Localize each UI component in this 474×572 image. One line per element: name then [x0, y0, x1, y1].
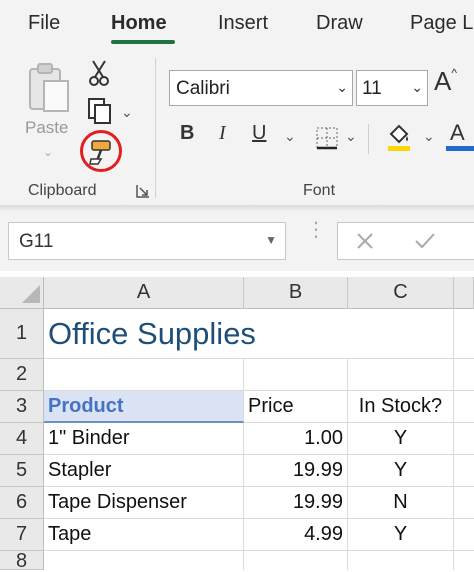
clipboard-group-label: Clipboard — [28, 182, 97, 199]
table-cell-in-stock[interactable]: Y — [348, 423, 454, 455]
table-cell-product[interactable]: Tape Dispenser — [44, 487, 244, 519]
font-color-swatch — [446, 146, 474, 151]
select-all-triangle-icon — [22, 285, 40, 303]
fill-color-icon — [388, 124, 410, 151]
cell-d1[interactable] — [454, 309, 474, 359]
column-header-d[interactable] — [454, 277, 474, 309]
formula-bar-input[interactable] — [337, 222, 474, 260]
format-painter-button[interactable] — [80, 130, 122, 172]
borders-dropdown-chevron[interactable]: ⌄ — [345, 128, 357, 145]
copy-button[interactable] — [84, 96, 116, 126]
name-box-value: G11 — [19, 231, 54, 252]
fill-color-dropdown-chevron[interactable]: ⌄ — [423, 128, 435, 145]
ribbon-tab-bar: File Home Insert Draw Page La — [0, 0, 474, 48]
chevron-down-icon: ⌄ — [411, 79, 423, 95]
font-name-combobox[interactable]: Calibri ⌄ — [169, 70, 353, 106]
cell-a8[interactable] — [44, 551, 244, 570]
font-size-value: 11 — [362, 78, 382, 99]
cell-d8[interactable] — [454, 551, 474, 570]
copy-icon — [88, 98, 111, 124]
font-size-combobox[interactable]: 11 ⌄ — [356, 70, 428, 106]
underline-dropdown-chevron[interactable]: ⌄ — [284, 128, 296, 145]
cell-c2[interactable] — [348, 359, 454, 391]
cell-b2[interactable] — [244, 359, 348, 391]
cell-c8[interactable] — [348, 551, 454, 570]
fill-color-button[interactable] — [384, 120, 414, 154]
font-name-value: Calibri — [176, 78, 230, 99]
cell-d2[interactable] — [454, 359, 474, 391]
font-color-icon: A — [450, 120, 465, 145]
column-header-b[interactable]: B — [244, 277, 348, 309]
format-painter-icon — [89, 140, 111, 165]
table-cell-in-stock[interactable]: Y — [348, 519, 454, 551]
row-header-1[interactable]: 1 — [0, 309, 44, 359]
table-cell-product[interactable]: Stapler — [44, 455, 244, 487]
table-cell-price[interactable]: 1.00 — [244, 423, 348, 455]
paste-button[interactable] — [24, 60, 74, 116]
chevron-down-icon: ▼ — [265, 233, 277, 247]
toolbar-separator — [368, 124, 369, 154]
table-cell-price[interactable]: 19.99 — [244, 487, 348, 519]
copy-dropdown-chevron[interactable]: ⌄ — [121, 104, 133, 121]
grow-font-icon: A — [434, 66, 452, 96]
clipboard-dialog-launcher[interactable] — [134, 182, 152, 200]
tab-draw[interactable]: Draw — [316, 12, 363, 35]
cell-d4[interactable] — [454, 423, 474, 455]
cell-d7[interactable] — [454, 519, 474, 551]
table-header-product[interactable]: Product — [44, 391, 244, 423]
border-icon — [316, 127, 338, 150]
cell-d6[interactable] — [454, 487, 474, 519]
bold-button[interactable]: B — [180, 122, 194, 145]
row-header-6[interactable]: 6 — [0, 487, 44, 519]
row-header-7[interactable]: 7 — [0, 519, 44, 551]
paste-label: Paste — [25, 118, 69, 137]
cell-d3[interactable] — [454, 391, 474, 423]
tab-file[interactable]: File — [28, 12, 60, 35]
formula-bar-splitter[interactable]: ⋮ — [306, 220, 326, 240]
group-separator — [155, 58, 156, 198]
cell-a2[interactable] — [44, 359, 244, 391]
tab-home[interactable]: Home — [111, 12, 167, 35]
cell-d5[interactable] — [454, 455, 474, 487]
row-header-5[interactable]: 5 — [0, 455, 44, 487]
cell-a1-title[interactable]: Office Supplies — [44, 309, 348, 359]
italic-button[interactable]: I — [219, 122, 226, 145]
clipboard-paste-icon — [29, 63, 69, 112]
cut-button[interactable] — [86, 58, 112, 88]
tab-insert[interactable]: Insert — [218, 12, 268, 35]
table-cell-product[interactable]: 1" Binder — [44, 423, 244, 455]
enter-icon — [415, 233, 435, 249]
underline-button[interactable]: U — [252, 122, 266, 145]
name-box[interactable]: G11 ▼ — [8, 222, 286, 260]
row-header-4[interactable]: 4 — [0, 423, 44, 455]
table-header-price[interactable]: Price — [244, 391, 348, 423]
chevron-down-icon: ⌄ — [336, 79, 348, 95]
column-header-c[interactable]: C — [348, 277, 454, 309]
borders-button[interactable] — [313, 124, 341, 152]
font-group-label: Font — [303, 182, 336, 199]
table-cell-price[interactable]: 4.99 — [244, 519, 348, 551]
table-cell-product[interactable]: Tape — [44, 519, 244, 551]
active-tab-indicator — [111, 40, 175, 44]
table-cell-in-stock[interactable]: N — [348, 487, 454, 519]
paste-dropdown-chevron[interactable]: ⌄ — [43, 145, 53, 159]
cancel-icon — [357, 233, 373, 249]
column-header-a[interactable]: A — [44, 277, 244, 309]
dialog-launcher-icon — [136, 185, 149, 198]
enter-button[interactable] — [412, 229, 438, 253]
cancel-button[interactable] — [352, 229, 378, 253]
grow-font-button[interactable]: A^ — [434, 66, 457, 97]
scissors-icon — [89, 60, 109, 86]
cell-b8[interactable] — [244, 551, 348, 570]
font-color-button[interactable]: A — [446, 118, 474, 154]
table-header-in-stock[interactable]: In Stock? — [348, 391, 454, 423]
row-header-8[interactable]: 8 — [0, 551, 44, 571]
table-cell-in-stock[interactable]: Y — [348, 455, 454, 487]
cell-c1[interactable] — [348, 309, 454, 359]
table-cell-price[interactable]: 19.99 — [244, 455, 348, 487]
row-header-3[interactable]: 3 — [0, 391, 44, 423]
tab-page-layout[interactable]: Page La — [410, 12, 474, 35]
row-header-2[interactable]: 2 — [0, 359, 44, 391]
